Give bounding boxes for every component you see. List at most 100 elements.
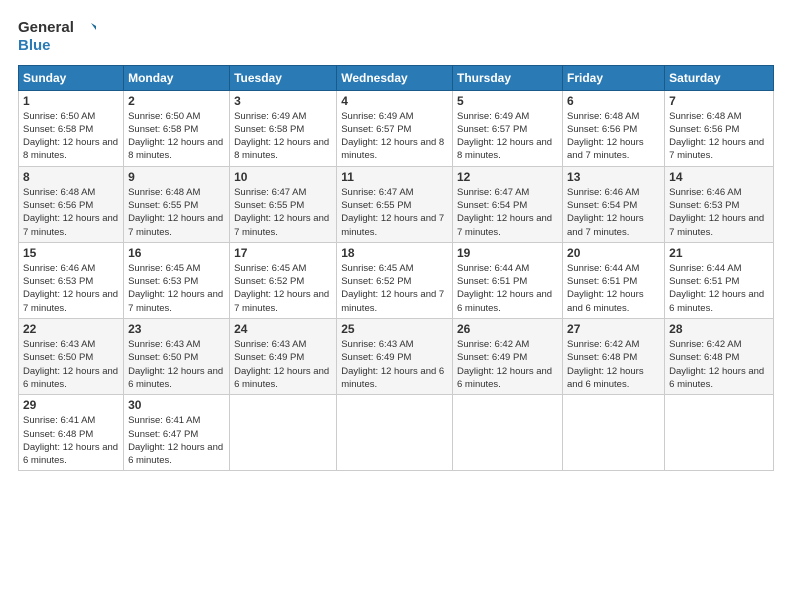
day-cell: 3 Sunrise: 6:49 AM Sunset: 6:58 PM Dayli… <box>230 90 337 166</box>
day-number: 11 <box>341 170 448 184</box>
week-row-3: 15 Sunrise: 6:46 AM Sunset: 6:53 PM Dayl… <box>19 242 774 318</box>
header: General Blue <box>18 18 774 55</box>
day-cell: 6 Sunrise: 6:48 AM Sunset: 6:56 PM Dayli… <box>563 90 665 166</box>
day-number: 26 <box>457 322 558 336</box>
day-info: Sunrise: 6:48 AM Sunset: 6:56 PM Dayligh… <box>23 186 119 239</box>
day-cell: 5 Sunrise: 6:49 AM Sunset: 6:57 PM Dayli… <box>453 90 563 166</box>
day-number: 30 <box>128 398 225 412</box>
day-number: 3 <box>234 94 332 108</box>
day-cell: 8 Sunrise: 6:48 AM Sunset: 6:56 PM Dayli… <box>19 166 124 242</box>
week-row-5: 29 Sunrise: 6:41 AM Sunset: 6:48 PM Dayl… <box>19 395 774 471</box>
day-cell: 20 Sunrise: 6:44 AM Sunset: 6:51 PM Dayl… <box>563 242 665 318</box>
day-cell: 27 Sunrise: 6:42 AM Sunset: 6:48 PM Dayl… <box>563 319 665 395</box>
day-info: Sunrise: 6:46 AM Sunset: 6:53 PM Dayligh… <box>23 262 119 315</box>
day-number: 24 <box>234 322 332 336</box>
day-cell: 21 Sunrise: 6:44 AM Sunset: 6:51 PM Dayl… <box>665 242 774 318</box>
day-info: Sunrise: 6:47 AM Sunset: 6:55 PM Dayligh… <box>341 186 448 239</box>
day-cell: 24 Sunrise: 6:43 AM Sunset: 6:49 PM Dayl… <box>230 319 337 395</box>
calendar-table: SundayMondayTuesdayWednesdayThursdayFrid… <box>18 65 774 472</box>
day-cell: 25 Sunrise: 6:43 AM Sunset: 6:49 PM Dayl… <box>337 319 453 395</box>
day-number: 25 <box>341 322 448 336</box>
week-row-1: 1 Sunrise: 6:50 AM Sunset: 6:58 PM Dayli… <box>19 90 774 166</box>
day-cell: 23 Sunrise: 6:43 AM Sunset: 6:50 PM Dayl… <box>124 319 230 395</box>
day-info: Sunrise: 6:48 AM Sunset: 6:56 PM Dayligh… <box>567 110 660 163</box>
day-number: 28 <box>669 322 769 336</box>
day-cell: 29 Sunrise: 6:41 AM Sunset: 6:48 PM Dayl… <box>19 395 124 471</box>
logo-bird-icon <box>76 18 96 38</box>
column-header-monday: Monday <box>124 65 230 90</box>
day-cell: 18 Sunrise: 6:45 AM Sunset: 6:52 PM Dayl… <box>337 242 453 318</box>
day-number: 16 <box>128 246 225 260</box>
day-info: Sunrise: 6:43 AM Sunset: 6:50 PM Dayligh… <box>128 338 225 391</box>
day-number: 22 <box>23 322 119 336</box>
day-info: Sunrise: 6:43 AM Sunset: 6:49 PM Dayligh… <box>341 338 448 391</box>
day-number: 7 <box>669 94 769 108</box>
day-number: 2 <box>128 94 225 108</box>
day-info: Sunrise: 6:42 AM Sunset: 6:49 PM Dayligh… <box>457 338 558 391</box>
week-row-2: 8 Sunrise: 6:48 AM Sunset: 6:56 PM Dayli… <box>19 166 774 242</box>
day-info: Sunrise: 6:45 AM Sunset: 6:53 PM Dayligh… <box>128 262 225 315</box>
day-info: Sunrise: 6:44 AM Sunset: 6:51 PM Dayligh… <box>457 262 558 315</box>
day-number: 5 <box>457 94 558 108</box>
day-cell <box>665 395 774 471</box>
day-number: 19 <box>457 246 558 260</box>
day-cell: 15 Sunrise: 6:46 AM Sunset: 6:53 PM Dayl… <box>19 242 124 318</box>
day-cell: 19 Sunrise: 6:44 AM Sunset: 6:51 PM Dayl… <box>453 242 563 318</box>
day-cell: 11 Sunrise: 6:47 AM Sunset: 6:55 PM Dayl… <box>337 166 453 242</box>
day-cell: 16 Sunrise: 6:45 AM Sunset: 6:53 PM Dayl… <box>124 242 230 318</box>
day-info: Sunrise: 6:45 AM Sunset: 6:52 PM Dayligh… <box>234 262 332 315</box>
day-info: Sunrise: 6:44 AM Sunset: 6:51 PM Dayligh… <box>669 262 769 315</box>
day-number: 20 <box>567 246 660 260</box>
logo-text-general: General <box>18 20 74 37</box>
day-cell: 1 Sunrise: 6:50 AM Sunset: 6:58 PM Dayli… <box>19 90 124 166</box>
day-number: 1 <box>23 94 119 108</box>
day-info: Sunrise: 6:46 AM Sunset: 6:54 PM Dayligh… <box>567 186 660 239</box>
column-header-saturday: Saturday <box>665 65 774 90</box>
day-info: Sunrise: 6:41 AM Sunset: 6:47 PM Dayligh… <box>128 414 225 467</box>
column-header-thursday: Thursday <box>453 65 563 90</box>
day-cell: 7 Sunrise: 6:48 AM Sunset: 6:56 PM Dayli… <box>665 90 774 166</box>
logo: General Blue <box>18 18 96 55</box>
day-number: 9 <box>128 170 225 184</box>
day-number: 29 <box>23 398 119 412</box>
day-number: 18 <box>341 246 448 260</box>
day-number: 8 <box>23 170 119 184</box>
day-number: 27 <box>567 322 660 336</box>
day-number: 17 <box>234 246 332 260</box>
day-number: 13 <box>567 170 660 184</box>
day-cell <box>230 395 337 471</box>
week-row-4: 22 Sunrise: 6:43 AM Sunset: 6:50 PM Dayl… <box>19 319 774 395</box>
column-header-friday: Friday <box>563 65 665 90</box>
day-number: 6 <box>567 94 660 108</box>
column-header-tuesday: Tuesday <box>230 65 337 90</box>
day-cell: 26 Sunrise: 6:42 AM Sunset: 6:49 PM Dayl… <box>453 319 563 395</box>
day-info: Sunrise: 6:43 AM Sunset: 6:49 PM Dayligh… <box>234 338 332 391</box>
logo-wrapper: General Blue <box>18 18 96 55</box>
day-number: 23 <box>128 322 225 336</box>
day-info: Sunrise: 6:46 AM Sunset: 6:53 PM Dayligh… <box>669 186 769 239</box>
day-info: Sunrise: 6:48 AM Sunset: 6:55 PM Dayligh… <box>128 186 225 239</box>
day-number: 21 <box>669 246 769 260</box>
day-cell: 10 Sunrise: 6:47 AM Sunset: 6:55 PM Dayl… <box>230 166 337 242</box>
day-cell: 4 Sunrise: 6:49 AM Sunset: 6:57 PM Dayli… <box>337 90 453 166</box>
day-cell <box>337 395 453 471</box>
day-info: Sunrise: 6:41 AM Sunset: 6:48 PM Dayligh… <box>23 414 119 467</box>
day-number: 14 <box>669 170 769 184</box>
day-info: Sunrise: 6:48 AM Sunset: 6:56 PM Dayligh… <box>669 110 769 163</box>
day-info: Sunrise: 6:42 AM Sunset: 6:48 PM Dayligh… <box>567 338 660 391</box>
day-cell: 12 Sunrise: 6:47 AM Sunset: 6:54 PM Dayl… <box>453 166 563 242</box>
day-cell: 28 Sunrise: 6:42 AM Sunset: 6:48 PM Dayl… <box>665 319 774 395</box>
day-info: Sunrise: 6:44 AM Sunset: 6:51 PM Dayligh… <box>567 262 660 315</box>
day-cell: 14 Sunrise: 6:46 AM Sunset: 6:53 PM Dayl… <box>665 166 774 242</box>
day-info: Sunrise: 6:49 AM Sunset: 6:57 PM Dayligh… <box>341 110 448 163</box>
day-cell: 13 Sunrise: 6:46 AM Sunset: 6:54 PM Dayl… <box>563 166 665 242</box>
day-info: Sunrise: 6:43 AM Sunset: 6:50 PM Dayligh… <box>23 338 119 391</box>
day-number: 4 <box>341 94 448 108</box>
day-info: Sunrise: 6:47 AM Sunset: 6:55 PM Dayligh… <box>234 186 332 239</box>
day-info: Sunrise: 6:50 AM Sunset: 6:58 PM Dayligh… <box>128 110 225 163</box>
day-info: Sunrise: 6:42 AM Sunset: 6:48 PM Dayligh… <box>669 338 769 391</box>
day-info: Sunrise: 6:47 AM Sunset: 6:54 PM Dayligh… <box>457 186 558 239</box>
day-cell: 22 Sunrise: 6:43 AM Sunset: 6:50 PM Dayl… <box>19 319 124 395</box>
day-cell <box>563 395 665 471</box>
day-cell: 2 Sunrise: 6:50 AM Sunset: 6:58 PM Dayli… <box>124 90 230 166</box>
